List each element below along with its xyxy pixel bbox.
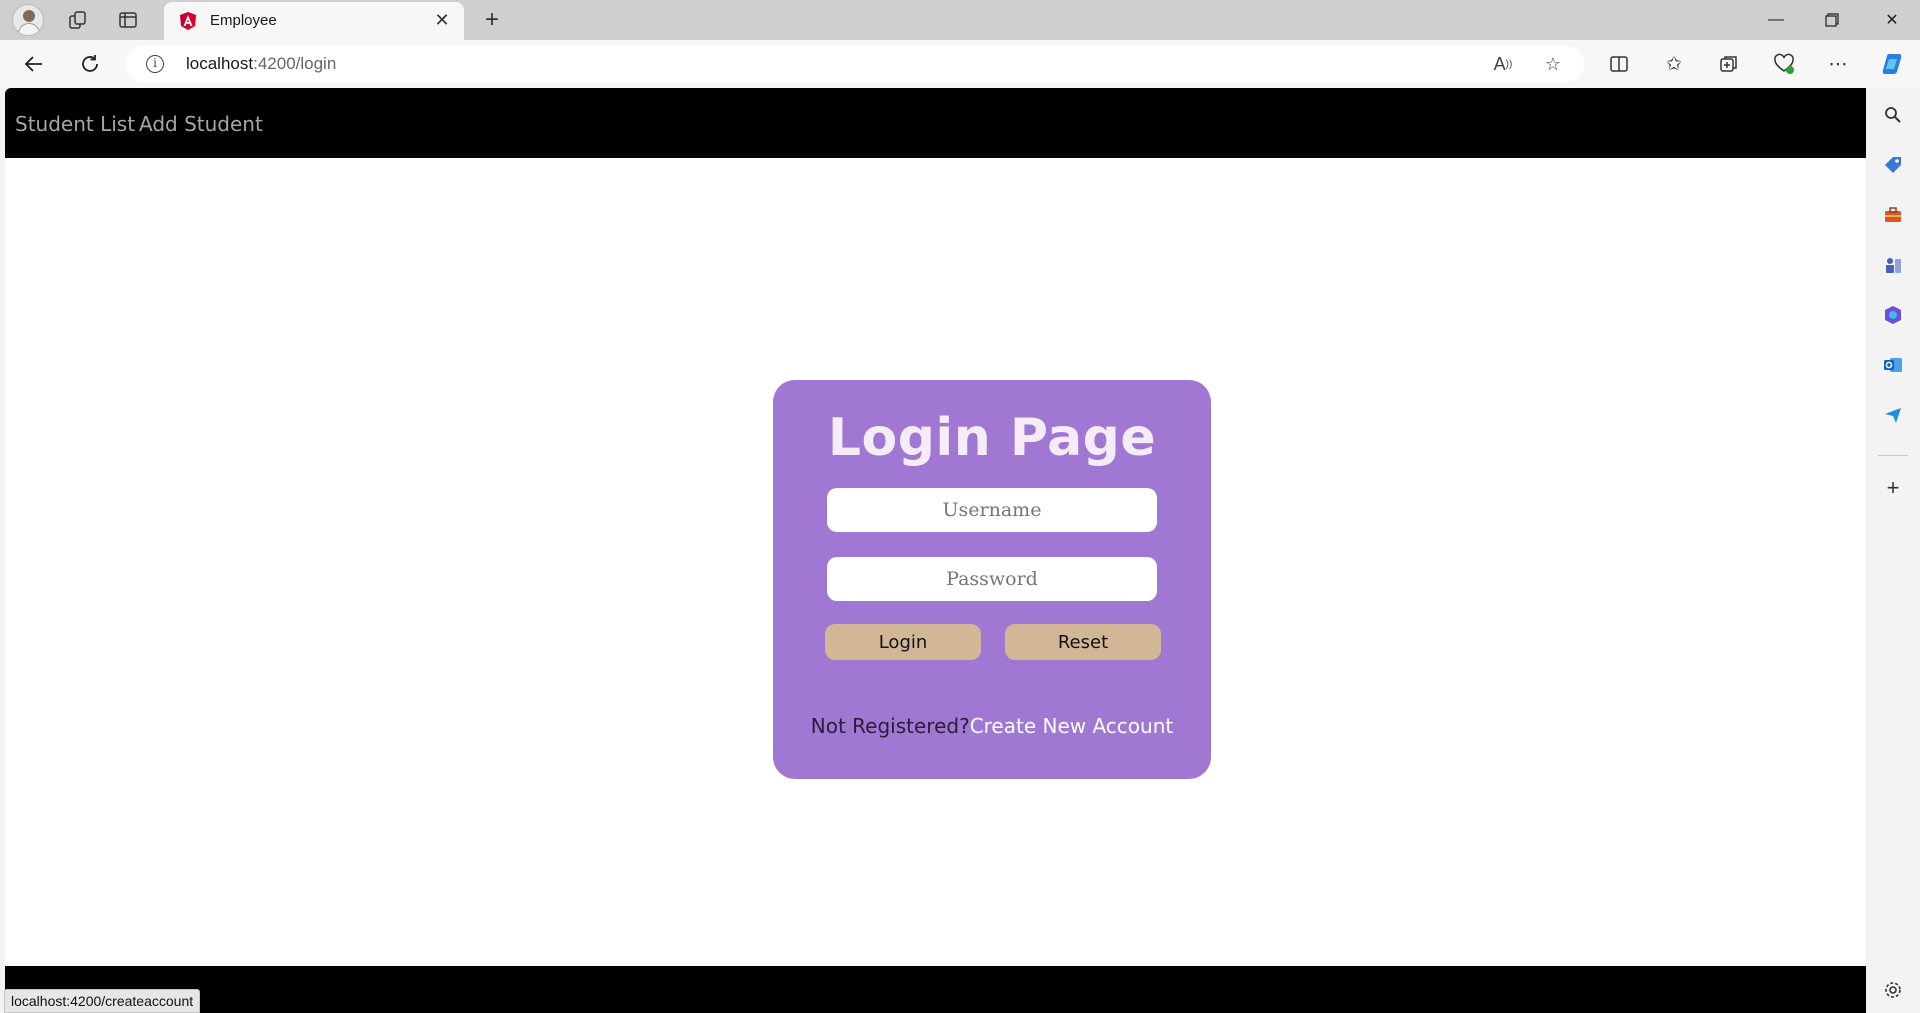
site-info-icon[interactable]: i (146, 55, 164, 73)
reset-button[interactable]: Reset (1005, 624, 1161, 660)
page-viewport: Student List Add Student Login Page Logi… (5, 88, 1866, 1013)
search-icon[interactable] (1877, 99, 1909, 131)
angular-favicon-icon (178, 11, 198, 31)
favorites-icon[interactable]: ✩ (1656, 46, 1692, 82)
avatar-body (18, 23, 40, 35)
add-icon[interactable]: + (1877, 472, 1909, 504)
back-arrow-icon[interactable] (16, 46, 52, 82)
star-icon[interactable]: ☆ (1538, 49, 1568, 79)
register-prompt: Not Registered?Create New Account (773, 714, 1211, 738)
username-input[interactable] (827, 488, 1157, 532)
office-icon[interactable] (1877, 299, 1909, 331)
login-card: Login Page Login Reset Not Registered?Cr… (773, 380, 1211, 779)
browser-tab-bar: Employee ✕ + — ✕ (0, 0, 1920, 40)
app-navbar: Student List Add Student (5, 88, 1866, 158)
create-account-link[interactable]: Create New Account (970, 714, 1174, 738)
tab-title: Employee (210, 12, 277, 29)
browser-sidebar: + (1866, 88, 1920, 1013)
split-screen-icon[interactable] (1601, 46, 1637, 82)
minimize-icon[interactable]: — (1748, 0, 1804, 40)
avatar-head (23, 10, 35, 22)
not-registered-text: Not Registered? (810, 714, 970, 738)
login-button[interactable]: Login (825, 624, 981, 660)
browser-toolbar: i localhost:4200/login A)) ☆ ✩ ⋯ (0, 40, 1920, 88)
collections-icon[interactable] (1711, 46, 1747, 82)
more-icon[interactable]: ⋯ (1820, 46, 1856, 82)
tab-actions-icon[interactable] (110, 2, 146, 38)
workspaces-icon[interactable] (60, 2, 96, 38)
browser-tab[interactable]: Employee ✕ (164, 2, 464, 40)
new-tab-icon[interactable]: + (474, 2, 510, 38)
profile-avatar[interactable] (12, 4, 44, 36)
nav-add-student[interactable]: Add Student (139, 112, 263, 136)
settings-icon[interactable] (1877, 974, 1909, 1006)
read-aloud-icon[interactable]: A)) (1488, 49, 1518, 79)
restore-icon[interactable] (1804, 0, 1860, 40)
toolbox-icon[interactable] (1877, 199, 1909, 231)
send-icon[interactable] (1877, 399, 1909, 431)
copilot-icon[interactable] (1874, 46, 1910, 82)
close-tab-icon[interactable]: ✕ (428, 6, 456, 34)
status-url-tooltip: localhost:4200/createaccount (4, 989, 201, 1013)
app-footer (5, 966, 1866, 1013)
tag-icon[interactable] (1877, 149, 1909, 181)
close-window-icon[interactable]: ✕ (1864, 0, 1920, 40)
url-path: :4200/login (253, 54, 337, 73)
outlook-icon[interactable] (1877, 349, 1909, 381)
password-input[interactable] (827, 557, 1157, 601)
url-host: localhost (186, 54, 254, 73)
sidebar-divider (1878, 455, 1908, 456)
page-title: Login Page (827, 408, 1157, 468)
heart-pulse-icon[interactable] (1766, 46, 1802, 82)
refresh-icon[interactable] (72, 46, 108, 82)
address-bar[interactable]: i localhost:4200/login A)) ☆ (126, 46, 1584, 82)
games-icon[interactable] (1877, 249, 1909, 281)
nav-student-list[interactable]: Student List (15, 112, 135, 136)
url-text[interactable]: localhost:4200/login (186, 54, 336, 74)
